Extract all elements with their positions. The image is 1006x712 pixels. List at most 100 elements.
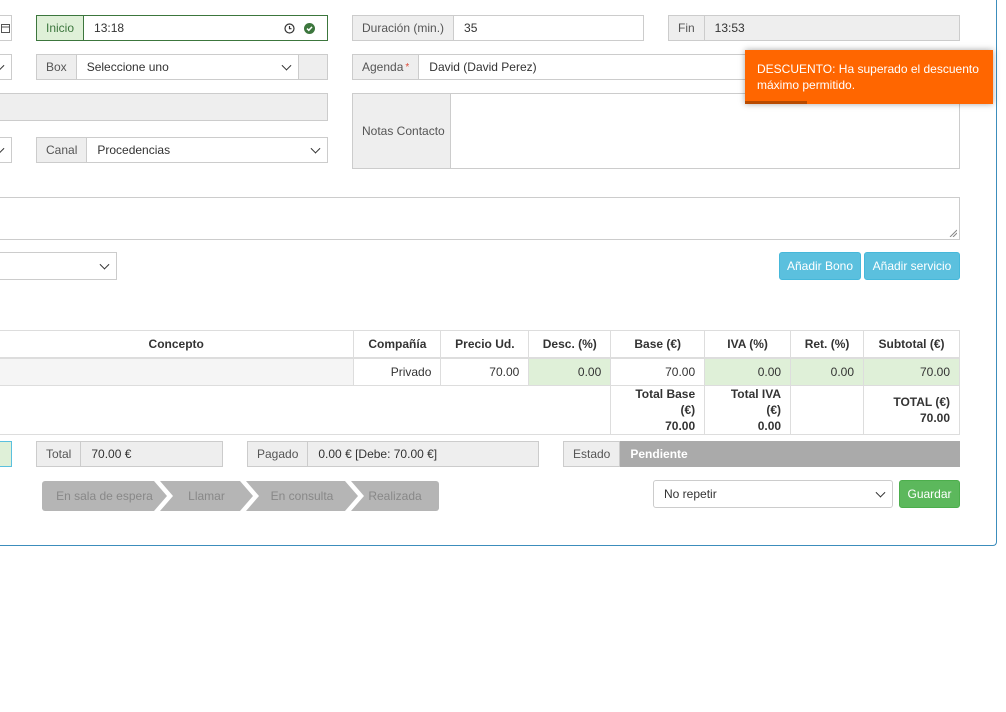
cell-ret[interactable]: 0.00 (790, 357, 864, 386)
left-select-field-2 (0, 137, 12, 163)
step-en-consulta[interactable]: En consulta (246, 481, 358, 511)
box-select[interactable]: Seleccione uno (76, 54, 299, 80)
chevron-down-icon (0, 60, 5, 71)
cell-precio[interactable]: 70.00 (440, 357, 530, 386)
total-value: 70.00 (919, 411, 950, 425)
check-valid-icon (304, 23, 315, 37)
left-select-field (0, 54, 12, 80)
toast-progress-bar (745, 101, 807, 104)
required-marker: * (405, 61, 410, 73)
inicio-time-input[interactable]: 13:18 (84, 15, 328, 41)
chevron-down-icon (99, 259, 110, 270)
duracion-label: Duración (min.) (352, 15, 455, 41)
box-addon-right (298, 54, 328, 80)
total-base-label: Total Base (€) (635, 387, 696, 417)
total-summary-label: Total (36, 441, 82, 467)
total-base-cell: Total Base (€) 70.00 (610, 385, 706, 435)
duracion-input[interactable]: 35 (454, 15, 644, 41)
toast-message: DESCUENTO: Ha superado el descuento máxi… (757, 62, 979, 92)
pagado-label: Pagado (247, 441, 309, 467)
step-sala-espera[interactable]: En sala de espera (42, 481, 167, 511)
discount-warning-toast[interactable]: DESCUENTO: Ha superado el descuento máxi… (745, 50, 993, 104)
chevron-down-icon (875, 487, 886, 498)
cell-iva[interactable]: 0.00 (704, 357, 792, 386)
total-label: TOTAL (€) (893, 395, 950, 409)
inicio-label: Inicio (36, 15, 85, 41)
col-ret: Ret. (%) (790, 330, 864, 359)
clock-icon[interactable] (284, 23, 295, 37)
agenda-label: Agenda * (352, 54, 420, 80)
cell-desc[interactable]: 0.00 (528, 357, 612, 386)
add-servicio-button[interactable]: Añadir servicio (864, 252, 960, 280)
col-concepto: Concepto (0, 330, 355, 359)
calendar-addon (0, 15, 12, 41)
left-readonly-input (0, 93, 328, 121)
total-ret-cell (790, 385, 864, 435)
total-cell: TOTAL (€) 70.00 (863, 385, 960, 435)
pagado-value: 0.00 € [Debe: 70.00 €] (308, 441, 539, 467)
cell-concepto[interactable] (0, 357, 355, 386)
chevron-down-icon (310, 143, 321, 154)
service-lines-table: Concepto Compañía Precio Ud. Desc. (%) B… (0, 330, 960, 435)
calendar-icon[interactable] (0, 15, 12, 41)
service-select[interactable] (0, 252, 117, 280)
observaciones-group (0, 197, 960, 240)
estado-status-badge: Pendiente (620, 441, 960, 467)
col-desc: Desc. (%) (528, 330, 612, 359)
duracion-group: Duración (min.) 35 (352, 15, 644, 41)
canal-select[interactable]: Procedencias (87, 137, 328, 163)
notas-group: Notas Contacto (352, 93, 960, 169)
fin-input: 13:53 (704, 15, 960, 41)
left-select-partial[interactable] (0, 54, 12, 80)
step-realizada[interactable]: Realizada (351, 481, 439, 511)
left-green-input (0, 441, 12, 467)
resize-handle-icon[interactable] (949, 229, 957, 237)
inicio-group: Inicio 13:18 (36, 15, 328, 41)
agenda-label-text: Agenda (362, 60, 404, 74)
chevron-down-icon (0, 143, 5, 154)
observaciones-textarea[interactable] (0, 197, 960, 240)
total-iva-label: Total IVA (€) (730, 387, 782, 417)
left-readonly-field (0, 93, 328, 121)
total-base-value: 70.00 (665, 419, 696, 433)
canal-group: Canal Procedencias (36, 137, 328, 163)
table-totals-row: Total Base (€) 70.00 Total IVA (€) 0.00 … (0, 385, 960, 435)
cell-subtotal: 70.00 (863, 357, 960, 386)
total-iva-cell: Total IVA (€) 0.00 (704, 385, 792, 435)
col-compania: Compañía (353, 330, 442, 359)
repeat-select-field: No repetir (653, 480, 893, 508)
estado-label: Estado (563, 441, 621, 467)
left-select-partial-2[interactable] (0, 137, 12, 163)
total-group: Total 70.00 € (36, 441, 223, 467)
notas-textarea[interactable] (451, 93, 960, 169)
col-precio: Precio Ud. (440, 330, 530, 359)
notas-label: Notas Contacto (352, 93, 451, 169)
box-select-value: Seleccione uno (86, 60, 169, 74)
inicio-value: 13:18 (94, 21, 125, 35)
total-summary-value: 70.00 € (81, 441, 223, 467)
add-bono-button[interactable]: Añadir Bono (779, 252, 861, 280)
guardar-button[interactable]: Guardar (899, 480, 960, 508)
table-row: Privado 70.00 0.00 70.00 0.00 0.00 70.00 (0, 357, 960, 386)
col-iva: IVA (%) (704, 330, 792, 359)
step-llamar[interactable]: Llamar (160, 481, 253, 511)
cell-compania: Privado (353, 357, 442, 386)
total-iva-value: 0.00 (757, 419, 782, 433)
pagado-group: Pagado 0.00 € [Debe: 70.00 €] (247, 441, 539, 467)
box-label: Box (36, 54, 77, 80)
totals-spacer (0, 385, 612, 435)
left-green-field (0, 441, 12, 467)
canal-label: Canal (36, 137, 88, 163)
col-base: Base (€) (610, 330, 706, 359)
table-header-row: Concepto Compañía Precio Ud. Desc. (%) B… (0, 330, 960, 359)
chevron-down-icon (281, 60, 292, 71)
estado-group: Estado Pendiente (563, 441, 960, 467)
repeat-select[interactable]: No repetir (653, 480, 893, 508)
fin-label: Fin (668, 15, 705, 41)
service-select-field (0, 252, 117, 280)
box-group: Box Seleccione uno (36, 54, 328, 80)
col-subtotal: Subtotal (€) (863, 330, 960, 359)
repeat-select-value: No repetir (664, 487, 717, 501)
fin-group: Fin 13:53 (668, 15, 960, 41)
cell-base: 70.00 (610, 357, 706, 386)
